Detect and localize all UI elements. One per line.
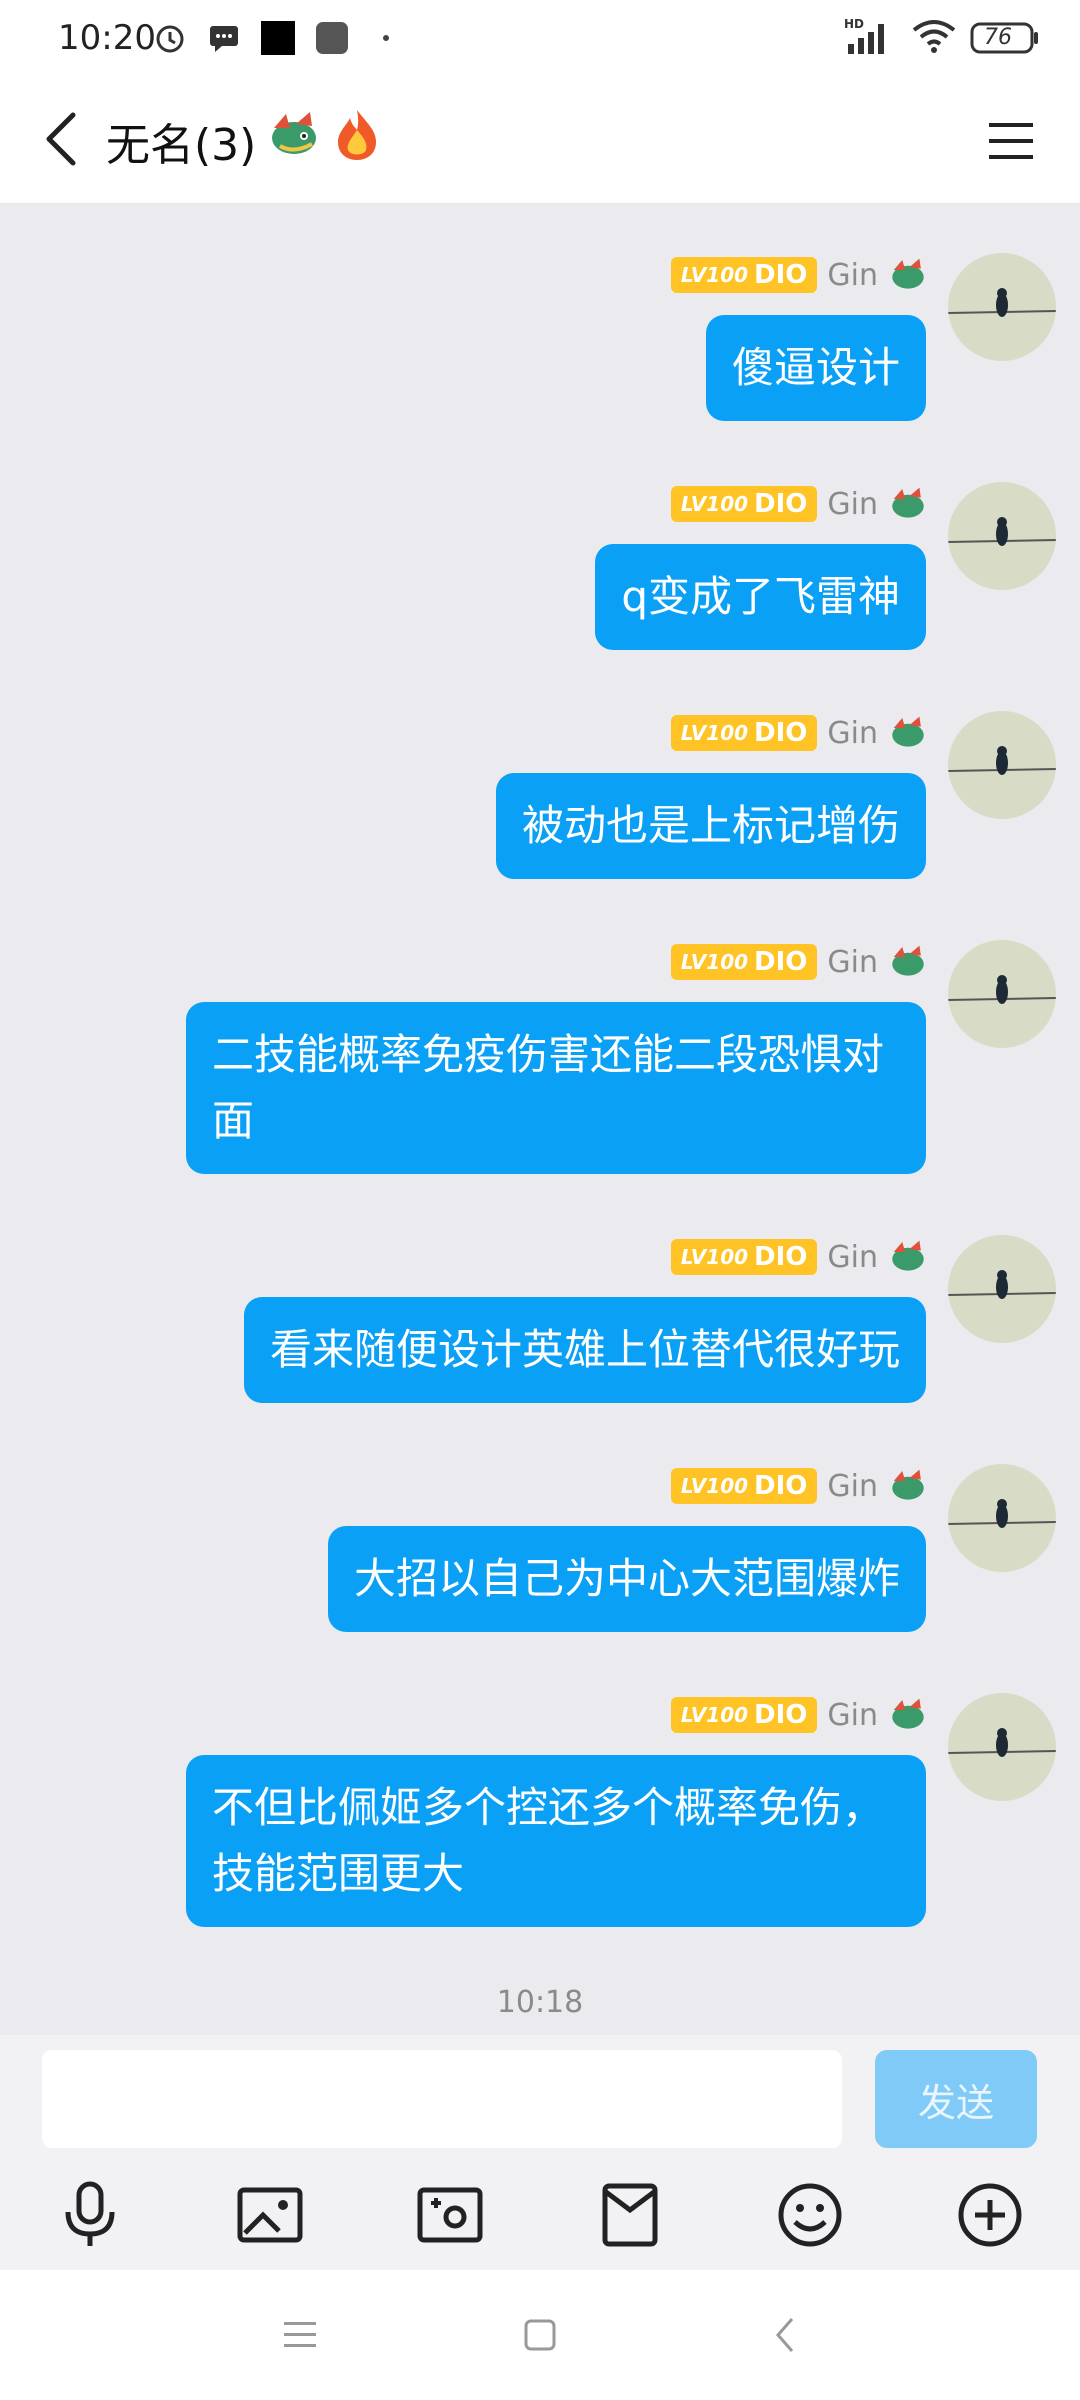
message-text: 看来随便设计英雄上位替代很好玩 — [269, 1325, 900, 1374]
message-sender-meta: LV100 DIO Gin — [670, 944, 928, 980]
message-bubble[interactable]: 被动也是上标记增伤 — [495, 773, 926, 879]
dragon-emoji-icon — [266, 110, 322, 171]
dragon-emoji-icon — [888, 1468, 928, 1504]
chat-header: 无名(3) — [0, 78, 1080, 204]
message-bubble[interactable]: 二技能概率免疫伤害还能二段恐惧对面 — [186, 1002, 926, 1174]
message-text: q变成了飞雷神 — [621, 572, 900, 621]
sender-name: Gin — [827, 1468, 878, 1504]
system-back-button[interactable] — [750, 2300, 820, 2370]
send-button[interactable]: 发送 — [875, 2050, 1037, 2148]
sender-name: Gin — [827, 1239, 878, 1275]
level-badge: LV100 DIO — [670, 944, 818, 980]
message-text: 大招以自己为中心大范围爆炸 — [353, 1554, 900, 1603]
message-bubble[interactable]: 傻逼设计 — [705, 315, 926, 421]
dragon-emoji-icon — [888, 944, 928, 980]
menu-lines-icon — [284, 2322, 316, 2347]
message-sender-meta: LV100 DIO Gin — [670, 1697, 928, 1733]
avatar[interactable] — [948, 253, 1056, 361]
alarm-icon — [152, 20, 188, 56]
microphone-icon — [65, 2181, 115, 2246]
menu-button[interactable] — [978, 108, 1044, 174]
avatar[interactable] — [948, 1235, 1056, 1343]
status-time: 10:20 — [58, 18, 156, 58]
battery-level: 76 — [984, 25, 1012, 50]
message-timestamp: 10:18 — [496, 1985, 584, 2020]
message-input[interactable] — [42, 2050, 842, 2148]
signal-icon: HD — [844, 16, 898, 60]
back-button[interactable] — [26, 104, 96, 174]
level-badge: LV100 DIO — [670, 1239, 818, 1275]
avatar[interactable] — [948, 1464, 1056, 1572]
camera-icon — [417, 2187, 483, 2243]
sender-name: Gin — [827, 486, 878, 522]
message-bubble[interactable]: q变成了飞雷神 — [595, 544, 926, 650]
message-text: 二技能概率免疫伤害还能二段恐惧对面 — [212, 1030, 885, 1145]
message-sender-meta: LV100 DIO Gin — [670, 715, 928, 751]
app-notification-icon-2 — [314, 20, 350, 56]
more-notifications-dot-icon — [368, 20, 404, 56]
status-notification-icons — [152, 20, 404, 56]
image-icon — [237, 2187, 303, 2243]
message-text: 被动也是上标记增伤 — [521, 801, 900, 850]
sender-name: Gin — [827, 944, 878, 980]
message-sender-meta: LV100 DIO Gin — [670, 1468, 928, 1504]
avatar[interactable] — [948, 940, 1056, 1048]
image-button[interactable] — [225, 2170, 315, 2260]
level-badge: LV100 DIO — [670, 715, 818, 751]
message-bubble[interactable]: 大招以自己为中心大范围爆炸 — [327, 1526, 926, 1632]
level-badge: LV100 DIO — [670, 257, 818, 293]
fire-emoji-icon — [332, 108, 382, 173]
message-icon — [206, 20, 242, 56]
avatar[interactable] — [948, 1693, 1056, 1801]
dragon-emoji-icon — [888, 1697, 928, 1733]
square-home-icon — [524, 2319, 556, 2351]
status-system-icons: HD 76 — [844, 16, 1040, 60]
input-bar: 发送 — [0, 2035, 1080, 2160]
sender-name: Gin — [827, 257, 878, 293]
level-badge: LV100 DIO — [670, 486, 818, 522]
level-badge: LV100 DIO — [670, 1697, 818, 1733]
home-button[interactable] — [505, 2300, 575, 2370]
level-badge: LV100 DIO — [670, 1468, 818, 1504]
message-text: 傻逼设计 — [731, 343, 900, 392]
system-navigation-bar — [0, 2270, 1080, 2400]
wifi-icon — [912, 18, 956, 58]
message-text: 不但比佩姬多个控还多个概率免伤，技能范围更大 — [212, 1783, 885, 1898]
more-button[interactable] — [945, 2170, 1035, 2260]
dragon-emoji-icon — [888, 257, 928, 293]
back-chevron-icon — [46, 112, 76, 166]
hamburger-menu-icon — [989, 123, 1033, 159]
dragon-emoji-icon — [888, 486, 928, 522]
dragon-emoji-icon — [888, 715, 928, 751]
chat-title-text: 无名(3) — [106, 119, 257, 171]
plus-icon — [958, 2183, 1022, 2247]
chat-title[interactable]: 无名(3) — [106, 108, 382, 173]
app-notification-icon — [260, 20, 296, 56]
input-toolbar — [0, 2160, 1080, 2270]
message-bubble[interactable]: 不但比佩姬多个控还多个概率免伤，技能范围更大 — [186, 1755, 926, 1927]
message-list[interactable]: LV100 DIO Gin 傻逼设计 LV100 DIO Gin q变成了飞雷神 L… — [0, 205, 1080, 2035]
message-bubble[interactable]: 看来随便设计英雄上位替代很好玩 — [243, 1297, 926, 1403]
message-sender-meta: LV100 DIO Gin — [670, 1239, 928, 1275]
battery-icon: 76 — [970, 21, 1040, 55]
voice-button[interactable] — [45, 2170, 135, 2260]
avatar[interactable] — [948, 482, 1056, 590]
sender-name: Gin — [827, 715, 878, 751]
sender-name: Gin — [827, 1697, 878, 1733]
message-sender-meta: LV100 DIO Gin — [670, 257, 928, 293]
status-bar: 10:20 HD 76 — [0, 0, 1080, 78]
emoji-icon — [778, 2183, 842, 2247]
svg-text:HD: HD — [844, 17, 864, 31]
dragon-emoji-icon — [888, 1239, 928, 1275]
avatar[interactable] — [948, 711, 1056, 819]
camera-button[interactable] — [405, 2170, 495, 2260]
message-sender-meta: LV100 DIO Gin — [670, 486, 928, 522]
emoji-button[interactable] — [765, 2170, 855, 2260]
red-packet-icon — [602, 2183, 658, 2247]
recent-apps-button[interactable] — [265, 2300, 335, 2370]
red-packet-button[interactable] — [585, 2170, 675, 2260]
back-triangle-icon — [776, 2318, 794, 2352]
